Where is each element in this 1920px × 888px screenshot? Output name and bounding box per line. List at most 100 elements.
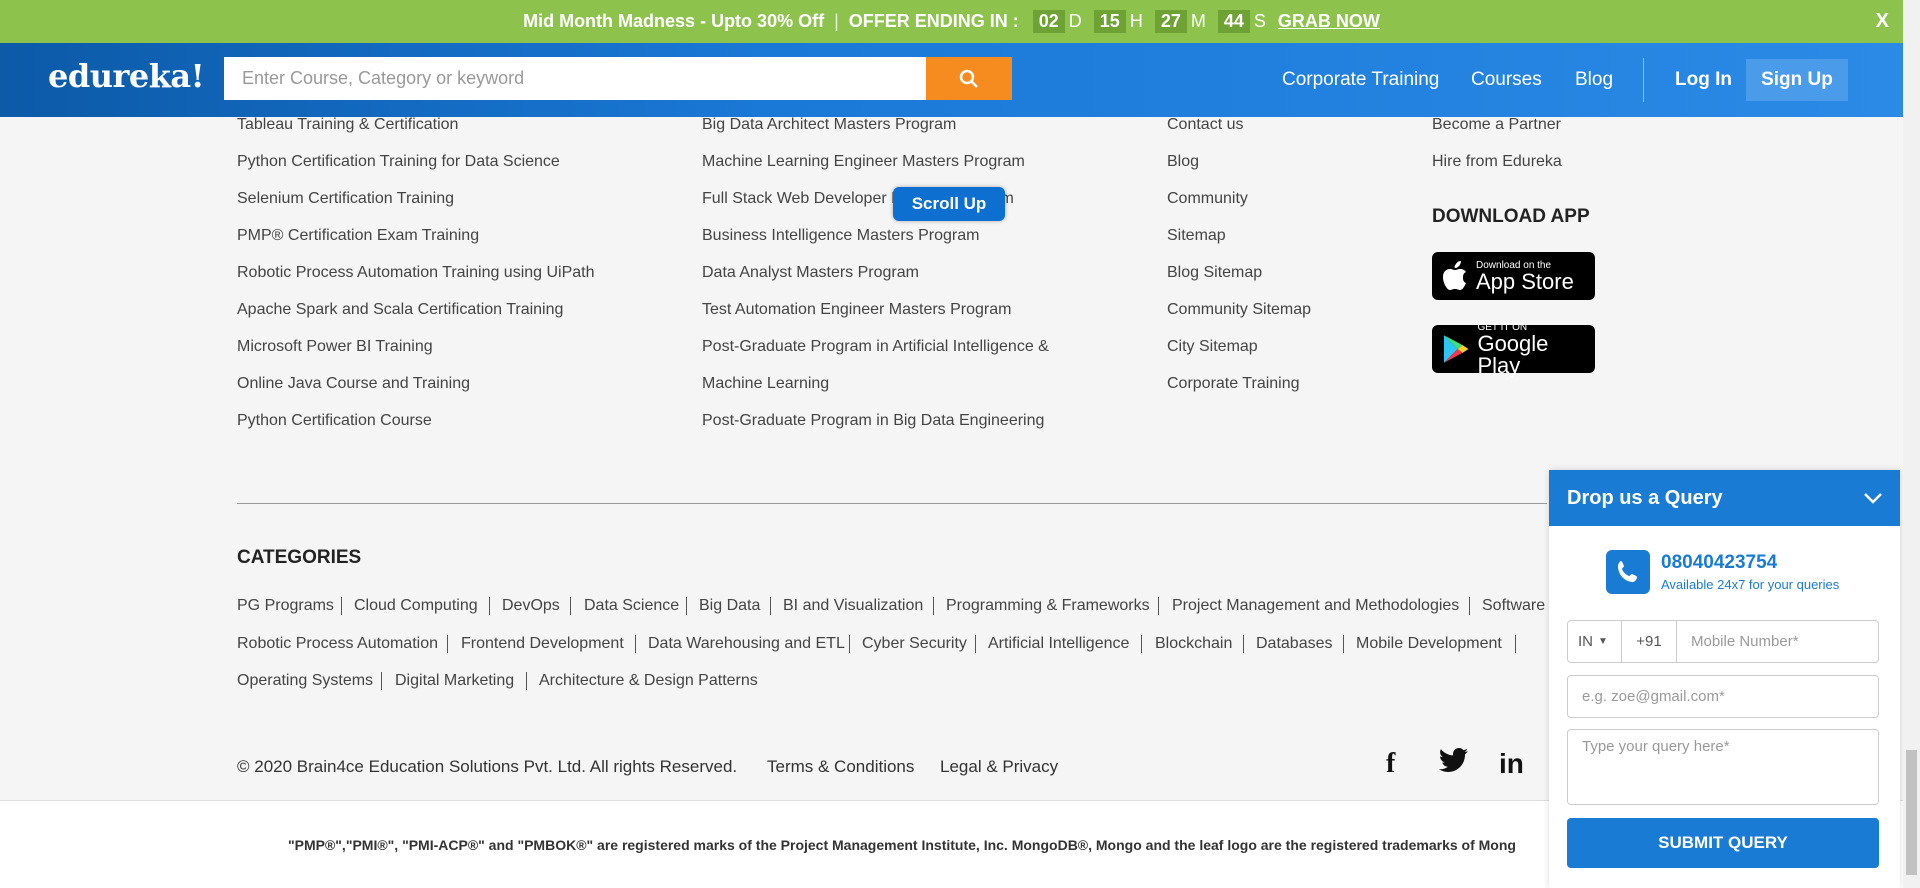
nav-blog[interactable]: Blog	[1575, 43, 1613, 117]
seconds-unit: S	[1253, 11, 1266, 31]
scroll-up-button[interactable]: Scroll Up	[893, 187, 1005, 221]
category-link[interactable]: Programming & Frameworks	[946, 597, 1150, 615]
category-link[interactable]: Data Warehousing and ETL	[648, 635, 845, 653]
email-input[interactable]: e.g. zoe@gmail.com*	[1567, 675, 1879, 718]
login-link[interactable]: Log In	[1675, 43, 1732, 117]
chevron-down-icon[interactable]	[1862, 487, 1884, 509]
mobile-number-input[interactable]: Mobile Number*	[1677, 633, 1799, 650]
category-link[interactable]: Digital Marketing	[395, 672, 514, 690]
app-store-button[interactable]: Download on the App Store	[1432, 252, 1595, 300]
countdown-hours: 15	[1093, 10, 1126, 33]
category-separator	[635, 635, 636, 653]
category-link[interactable]: Software	[1482, 597, 1545, 615]
facebook-icon[interactable]: f	[1386, 748, 1395, 780]
footer-link-community[interactable]: Community	[1167, 190, 1248, 208]
query-textarea[interactable]: Type your query here*	[1567, 729, 1879, 805]
category-link[interactable]: Data Science	[584, 597, 679, 615]
category-link[interactable]: Blockchain	[1155, 635, 1232, 653]
footer-link[interactable]: Test Automation Engineer Masters Program	[702, 301, 1011, 319]
phone-icon	[1606, 550, 1650, 594]
search-icon	[959, 69, 978, 88]
search-input[interactable]: Enter Course, Category or keyword	[224, 57, 926, 100]
mobile-field-group: IN ▼ +91 Mobile Number*	[1567, 620, 1879, 663]
footer-link[interactable]: Tableau Training & Certification	[237, 116, 458, 134]
linkedin-icon[interactable]: in	[1499, 748, 1524, 780]
grab-now-link[interactable]: GRAB NOW	[1278, 11, 1380, 32]
nav-courses[interactable]: Courses	[1471, 43, 1542, 117]
category-link[interactable]: Robotic Process Automation	[237, 635, 438, 653]
promo-text: Mid Month Madness - Upto 30% Off	[523, 11, 825, 31]
footer-link-corporate-training[interactable]: Corporate Training	[1167, 375, 1300, 393]
footer-link-blog[interactable]: Blog	[1167, 153, 1199, 171]
countdown-seconds: 44	[1217, 10, 1250, 33]
footer-link[interactable]: Robotic Process Automation Training usin…	[237, 264, 595, 282]
footer-link-partner[interactable]: Become a Partner	[1432, 116, 1561, 134]
category-separator	[1243, 635, 1244, 653]
categories-heading: CATEGORIES	[237, 547, 362, 568]
category-separator	[1515, 635, 1516, 653]
category-separator	[447, 635, 448, 653]
edureka-logo[interactable]: edureka!	[48, 57, 205, 95]
footer-link[interactable]: Python Certification Course	[237, 412, 432, 430]
terms-link[interactable]: Terms & Conditions	[767, 757, 914, 777]
footer-link[interactable]: Python Certification Training for Data S…	[237, 153, 560, 171]
footer-link[interactable]: Big Data Architect Masters Program	[702, 116, 956, 134]
category-separator	[849, 635, 850, 653]
google-play-button[interactable]: GET IT ON Google Play	[1432, 322, 1595, 376]
footer-link[interactable]: Business Intelligence Masters Program	[702, 227, 979, 245]
category-separator	[1469, 597, 1470, 615]
twitter-icon[interactable]	[1438, 748, 1469, 781]
category-link[interactable]: Cyber Security	[862, 635, 967, 653]
footer-link[interactable]: Selenium Certification Training	[237, 190, 454, 208]
nav-corporate-training[interactable]: Corporate Training	[1282, 43, 1439, 117]
category-link[interactable]: DevOps	[502, 597, 560, 615]
phone-number[interactable]: 08040423754	[1661, 552, 1777, 574]
category-separator	[1141, 635, 1142, 653]
category-link[interactable]: BI and Visualization	[783, 597, 923, 615]
footer-link-sitemap[interactable]: Sitemap	[1167, 227, 1226, 245]
footer-link[interactable]: PMP® Certification Exam Training	[237, 227, 479, 245]
footer-link-hire[interactable]: Hire from Edureka	[1432, 153, 1562, 171]
submit-query-button[interactable]: SUBMIT QUERY	[1567, 818, 1879, 868]
category-link[interactable]: Cloud Computing	[354, 597, 478, 615]
dial-code: +91	[1622, 621, 1677, 662]
query-header[interactable]: Drop us a Query	[1549, 470, 1900, 526]
countdown-days: 02	[1032, 10, 1065, 33]
footer-link-contact[interactable]: Contact us	[1167, 116, 1243, 134]
category-link[interactable]: Project Management and Methodologies	[1172, 597, 1459, 615]
footer-link[interactable]: Post-Graduate Program in Big Data Engine…	[702, 412, 1044, 430]
copyright-text: © 2020 Brain4ce Education Solutions Pvt.…	[237, 757, 738, 776]
countdown-minutes: 27	[1154, 10, 1187, 33]
availability-text: Available 24x7 for your queries	[1661, 577, 1840, 592]
category-link[interactable]: Big Data	[699, 597, 760, 615]
footer-link[interactable]: Machine Learning	[702, 375, 829, 393]
footer-link[interactable]: Post-Graduate Program in Artificial Inte…	[702, 338, 1049, 356]
privacy-link[interactable]: Legal & Privacy	[940, 757, 1058, 777]
hours-unit: H	[1129, 11, 1143, 31]
category-separator	[341, 597, 342, 615]
footer-link[interactable]: Online Java Course and Training	[237, 375, 470, 393]
country-select[interactable]: IN ▼	[1568, 621, 1622, 662]
category-link[interactable]: Frontend Development	[461, 635, 624, 653]
footer-link-community-sitemap[interactable]: Community Sitemap	[1167, 301, 1311, 319]
category-link[interactable]: Mobile Development	[1356, 635, 1502, 653]
search-button[interactable]	[926, 57, 1012, 100]
category-link[interactable]: Operating Systems	[237, 672, 373, 690]
close-promo-button[interactable]: X	[1876, 10, 1889, 33]
category-link[interactable]: Artificial Intelligence	[988, 635, 1129, 653]
scrollbar-thumb[interactable]	[1906, 750, 1917, 875]
category-link[interactable]: PG Programs	[237, 597, 334, 615]
category-link[interactable]: Architecture & Design Patterns	[539, 672, 758, 690]
category-link[interactable]: Databases	[1256, 635, 1333, 653]
page-scrollbar[interactable]	[1903, 0, 1920, 888]
footer-link-blog-sitemap[interactable]: Blog Sitemap	[1167, 264, 1262, 282]
caret-down-icon: ▼	[1598, 636, 1608, 647]
category-separator	[570, 597, 571, 615]
signup-button[interactable]: Sign Up	[1746, 59, 1848, 101]
category-separator	[526, 672, 527, 690]
footer-link[interactable]: Apache Spark and Scala Certification Tra…	[237, 301, 563, 319]
footer-link-city-sitemap[interactable]: City Sitemap	[1167, 338, 1258, 356]
footer-link[interactable]: Data Analyst Masters Program	[702, 264, 919, 282]
footer-link[interactable]: Machine Learning Engineer Masters Progra…	[702, 153, 1025, 171]
footer-link[interactable]: Microsoft Power BI Training	[237, 338, 433, 356]
